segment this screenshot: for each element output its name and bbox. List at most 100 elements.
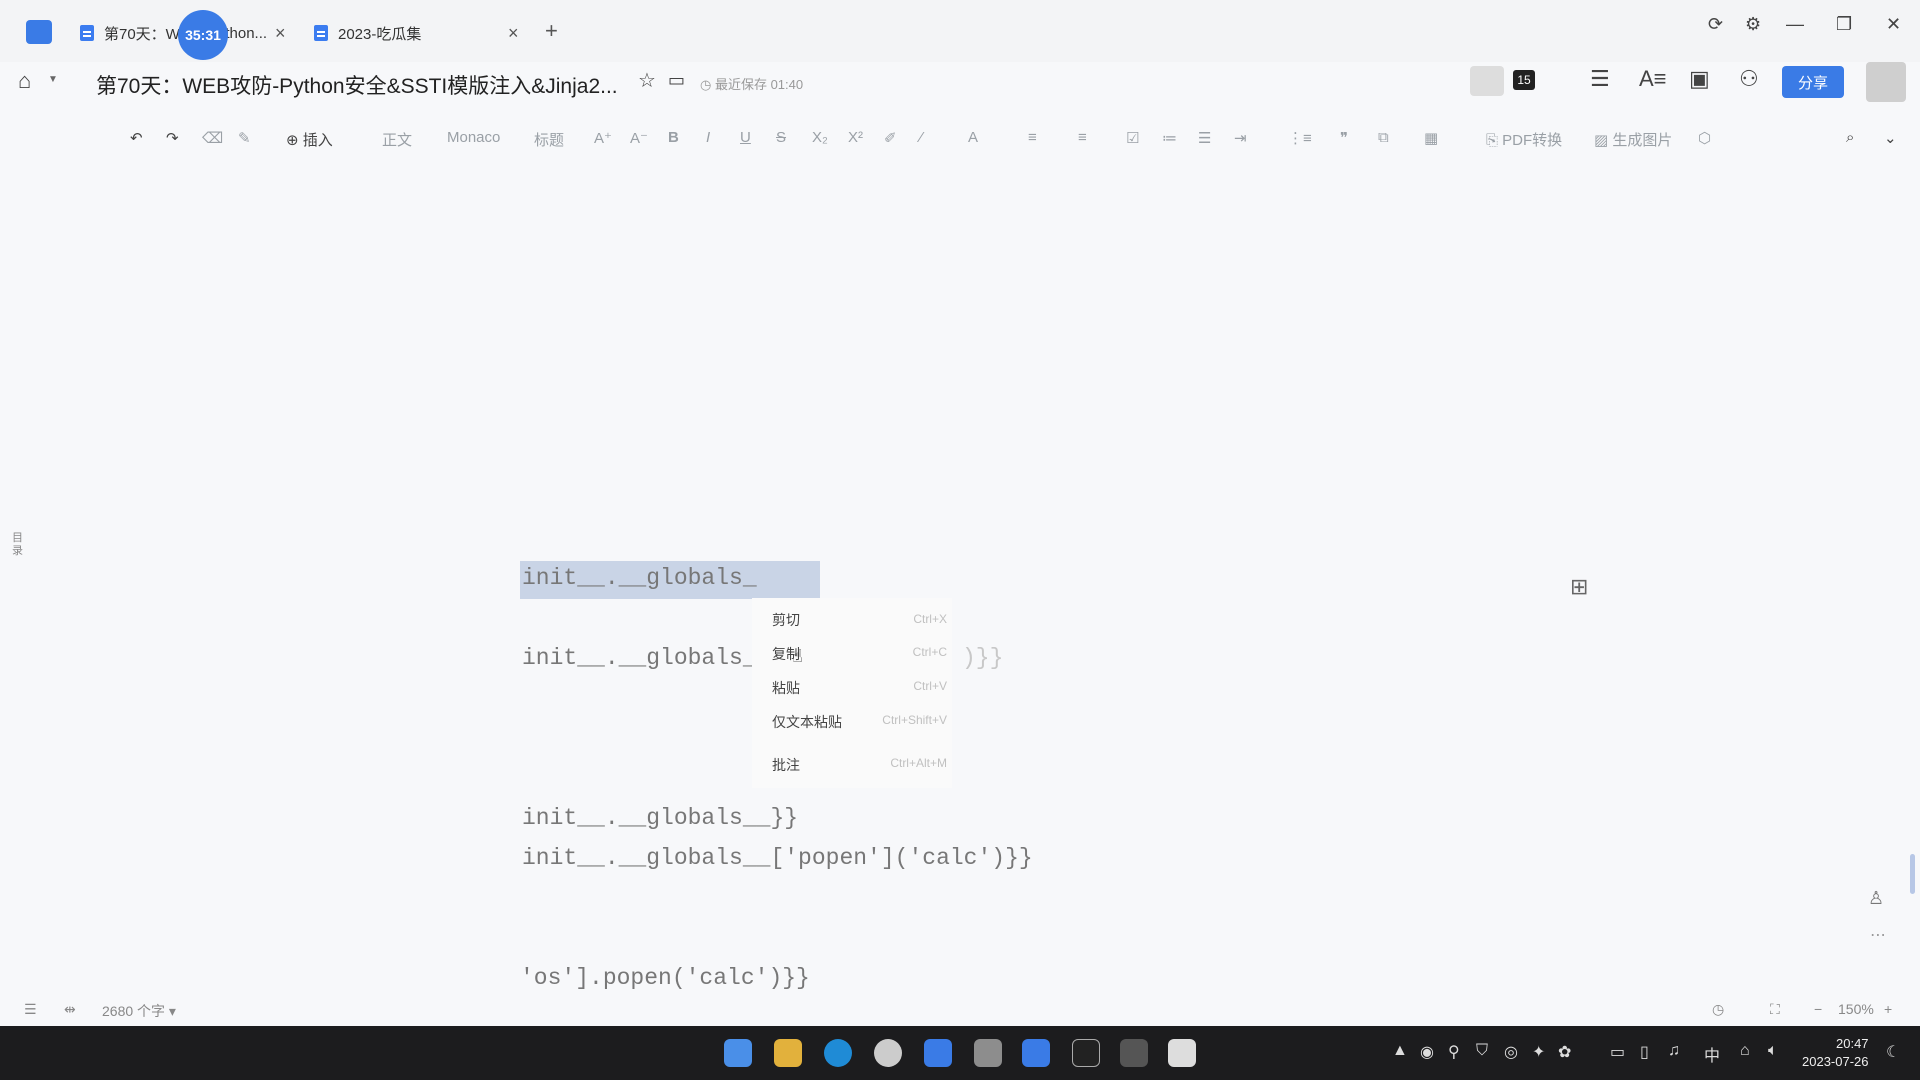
shirt-icon[interactable]: ♙ [1868, 888, 1884, 909]
strikethrough-icon[interactable]: S [776, 129, 786, 146]
home-icon[interactable]: ⌂ [18, 68, 31, 94]
chevron-down-icon[interactable]: ⌄ [1884, 129, 1897, 147]
align-icon[interactable]: ≡ [1028, 129, 1037, 146]
superscript-icon[interactable]: X² [848, 129, 863, 146]
indent-icon[interactable]: ⇥ [1234, 129, 1247, 147]
pycharm-icon[interactable] [1072, 1039, 1100, 1067]
table-icon[interactable]: ▦ [1424, 129, 1438, 147]
paragraph-style-select[interactable]: 正文 [382, 129, 412, 150]
file-explorer-icon[interactable] [774, 1039, 802, 1067]
insert-button[interactable]: ⊕ 插入 [286, 129, 333, 150]
generate-image-button[interactable]: ▨ 生成图片 [1594, 129, 1672, 150]
add-comment-icon[interactable]: ⊞ [1570, 574, 1588, 600]
clock-date[interactable]: 2023-07-26 [1802, 1054, 1869, 1069]
underline-icon[interactable]: U [740, 129, 751, 146]
code-line[interactable]: init__.__globals__['popen']('calc')}} [522, 845, 1033, 871]
italic-icon[interactable]: I [706, 129, 710, 146]
increase-font-icon[interactable]: A⁺ [594, 129, 612, 147]
sync-icon[interactable]: ⟳ [1708, 14, 1723, 35]
outline-icon[interactable]: ☰ [24, 1001, 37, 1018]
tray-browser-icon[interactable]: ◉ [1420, 1042, 1434, 1062]
moon-icon[interactable]: ☾ [1886, 1042, 1900, 1062]
bold-icon[interactable]: B [668, 129, 679, 146]
menu-icon[interactable]: ☰ [1590, 66, 1610, 92]
undo-icon[interactable]: ↶ [130, 129, 143, 147]
text-color-icon[interactable]: ⁄ [920, 129, 923, 146]
code-line[interactable]: init__.__globals__}} [522, 805, 798, 831]
checklist-icon[interactable]: ☑ [1126, 129, 1139, 147]
highlight-icon[interactable]: ✐ [884, 129, 897, 147]
ordered-list-icon[interactable]: ≔ [1162, 129, 1177, 147]
chrome-icon[interactable] [874, 1039, 902, 1067]
microphone-icon[interactable]: ♫ [1668, 1042, 1680, 1060]
start-icon[interactable] [724, 1039, 752, 1067]
decrease-font-icon[interactable]: A⁻ [630, 129, 648, 147]
volume-icon[interactable]: 🔈︎ [1768, 1042, 1778, 1060]
line-spacing-icon[interactable]: ≡ [1078, 129, 1087, 146]
tray-app-icon[interactable]: ▲ [1392, 1042, 1408, 1060]
tray-notes-icon[interactable]: ✦ [1532, 1042, 1545, 1062]
new-tab-icon[interactable]: + [545, 18, 558, 44]
photos-icon[interactable] [1022, 1039, 1050, 1067]
app-logo-icon[interactable] [26, 20, 52, 44]
font-color-icon[interactable]: A [968, 129, 978, 146]
star-icon[interactable]: ☆ [638, 68, 656, 93]
zoom-in-icon[interactable]: + [1884, 1001, 1892, 1017]
code-block-icon[interactable]: ⧉ [1378, 129, 1389, 146]
share-button[interactable]: 分享 [1782, 66, 1844, 98]
zoom-level[interactable]: 150% [1838, 1001, 1874, 1017]
ime-indicator[interactable]: 中 [1704, 1042, 1720, 1066]
settings-icon[interactable]: ⚙ [1745, 14, 1761, 35]
tray-display-icon[interactable]: ▭ [1610, 1042, 1625, 1062]
game-app-icon[interactable] [974, 1039, 1002, 1067]
minimize-icon[interactable]: — [1786, 14, 1804, 35]
clock-time[interactable]: 20:47 [1836, 1036, 1869, 1051]
chevron-down-icon[interactable]: ▼ [48, 74, 58, 85]
more-icon[interactable]: ⋯ [1870, 925, 1886, 945]
tray-network-app-icon[interactable]: ⚲ [1448, 1042, 1460, 1062]
folder-icon[interactable]: ▭ [668, 70, 685, 91]
quote-icon[interactable]: ❞ [1340, 129, 1348, 147]
close-icon[interactable]: × [275, 23, 286, 44]
outline-toggle[interactable]: 目 录 [12, 532, 26, 558]
list-icon[interactable]: ⋮≡ [1288, 129, 1312, 147]
font-size-select[interactable]: 标题 [534, 129, 564, 150]
restore-icon[interactable]: ❐ [1836, 14, 1852, 35]
tray-camera-icon[interactable]: ◎ [1504, 1042, 1518, 1062]
tab-chigua[interactable]: 2023-吃瓜集 × [314, 18, 524, 48]
tray-gear-icon[interactable]: ✿ [1558, 1042, 1571, 1062]
code-line[interactable]: init__.__globals_ [522, 565, 757, 591]
word-count[interactable]: 2680 个字 ▾ [102, 1001, 176, 1021]
scrollbar-thumb[interactable] [1910, 854, 1915, 894]
page-title[interactable]: 第70天：WEB攻防-Python安全&SSTI模版注入&Jinja2... [96, 70, 618, 100]
page-width-icon[interactable]: ⇹ [64, 1001, 76, 1018]
network-icon[interactable]: ⌂ [1740, 1042, 1750, 1060]
format-painter-icon[interactable]: ✎ [238, 129, 251, 147]
timer-icon[interactable]: ◷ [1712, 1001, 1724, 1018]
notepad-icon[interactable] [1168, 1039, 1196, 1067]
zoom-out-icon[interactable]: − [1814, 1001, 1822, 1017]
collaborator-avatar[interactable] [1470, 66, 1504, 96]
code-line-suffix[interactable]: )}} [962, 645, 1003, 671]
close-icon[interactable]: × [508, 23, 519, 44]
avatar[interactable] [1866, 62, 1906, 102]
sublime-icon[interactable] [1120, 1039, 1148, 1067]
unordered-list-icon[interactable]: ☰ [1198, 129, 1211, 147]
subscript-icon[interactable]: X₂ [812, 129, 828, 146]
user-permission-icon[interactable]: ⚇ [1739, 66, 1759, 92]
search-icon[interactable]: ⌕ [1846, 129, 1854, 146]
redo-icon[interactable]: ↷ [166, 129, 179, 147]
tray-phone-icon[interactable]: ▯ [1640, 1042, 1649, 1062]
text-style-icon[interactable]: A≡ [1639, 66, 1667, 92]
fullscreen-icon[interactable]: ⛶ [1770, 1001, 1780, 1018]
plugin-icon[interactable]: ⬡ [1698, 129, 1711, 147]
present-icon[interactable]: ▣ [1689, 66, 1710, 92]
code-line[interactable]: 'os'].popen('calc')}} [520, 965, 810, 991]
close-window-icon[interactable]: ✕ [1886, 14, 1901, 35]
pdf-convert-button[interactable]: ⎘ PDF转换 [1486, 129, 1562, 150]
edge-icon[interactable] [824, 1039, 852, 1067]
font-select[interactable]: Monaco [447, 129, 500, 146]
notes-app-icon[interactable] [924, 1039, 952, 1067]
code-line[interactable]: init__.__globals_ [522, 645, 757, 671]
clear-format-icon[interactable]: ⌫ [202, 129, 223, 147]
